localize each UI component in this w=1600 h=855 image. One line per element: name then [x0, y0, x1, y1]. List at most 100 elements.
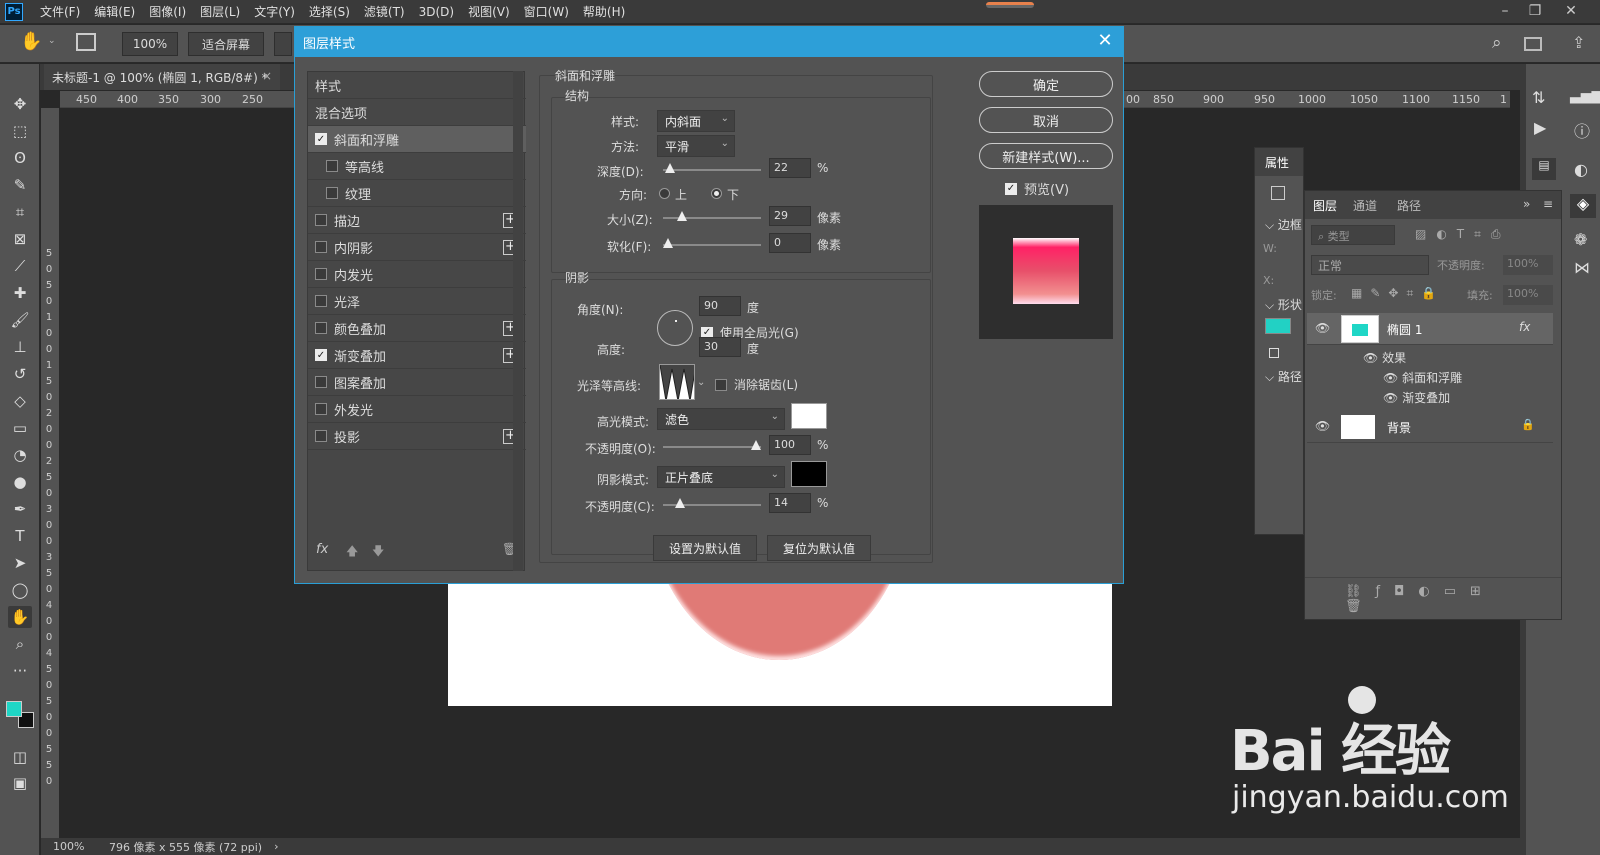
stamp-tool-icon[interactable]: ⊥ — [8, 336, 32, 358]
fit-screen-button[interactable]: 适合屏幕 — [188, 32, 264, 56]
properties-section-path[interactable]: ⌵ 路径 — [1265, 368, 1302, 385]
fx-menu-icon[interactable]: fx — [316, 542, 328, 557]
size-input[interactable]: 29 — [769, 206, 811, 226]
style-item-checkbox[interactable] — [315, 322, 327, 334]
reset-default-button[interactable]: 复位为默认值 — [767, 535, 871, 561]
style-item[interactable]: 等高线 — [308, 153, 526, 180]
lock-icons[interactable]: ▦✎✥⌗🔒 — [1351, 286, 1444, 301]
hand-tool-active-icon[interactable]: ✋ — [8, 606, 32, 628]
transform-icon[interactable] — [1271, 186, 1285, 200]
style-item[interactable]: 描边 + — [308, 207, 526, 234]
set-default-button[interactable]: 设置为默认值 — [653, 535, 757, 561]
style-item[interactable]: 外发光 — [308, 396, 526, 423]
style-item-checkbox[interactable] — [315, 268, 327, 280]
filter-icons[interactable]: ▨◐T⌗⎙ — [1415, 227, 1511, 242]
healing-brush-icon[interactable]: ✚ — [8, 282, 32, 304]
layer-filter-select[interactable]: ⌕ 类型 — [1311, 225, 1395, 245]
crop-tool-icon[interactable]: ⌗ — [8, 201, 32, 223]
layer-actions-bar[interactable]: ⛓ƒ◘◐▭⊞🗑 — [1305, 577, 1561, 614]
highlight-opacity-input[interactable]: 100 — [769, 435, 811, 455]
screen-mode-icon[interactable]: ▣ — [8, 772, 32, 794]
tab-channels[interactable]: 通道 — [1353, 197, 1377, 214]
gradient-tool-icon[interactable]: ▭ — [8, 417, 32, 439]
style-item-checkbox[interactable] — [326, 160, 338, 172]
opacity-input[interactable]: 100% — [1503, 255, 1553, 275]
highlight-mode-select[interactable]: 滤色 ⌄ — [657, 408, 785, 430]
style-item[interactable]: 投影 + — [308, 423, 526, 450]
depth-input[interactable]: 22 — [769, 158, 811, 178]
style-item-checkbox[interactable] — [315, 295, 327, 307]
style-item[interactable]: 颜色叠加 + — [308, 315, 526, 342]
adjustments-icon[interactable]: ◐ — [1574, 160, 1588, 179]
ellipse-shape[interactable] — [648, 580, 910, 660]
properties-section-shape[interactable]: ⌵ 形状 — [1265, 296, 1302, 313]
layers-icon[interactable]: ◈ — [1570, 194, 1596, 218]
angle-input[interactable]: 90 — [699, 296, 741, 316]
search-icon[interactable]: ⌕ — [1492, 33, 1502, 53]
eraser-tool-icon[interactable]: ◇ — [8, 390, 32, 412]
cancel-button[interactable]: 取消 — [979, 107, 1113, 133]
style-item[interactable]: 纹理 — [308, 180, 526, 207]
chevron-down-icon[interactable]: ⌄ — [48, 36, 56, 46]
foreground-color-swatch[interactable] — [6, 701, 22, 717]
ellipse-tool-icon[interactable]: ◯ — [8, 579, 32, 601]
menu-3d[interactable]: 3D(D) — [412, 5, 461, 19]
layer-row-ellipse[interactable]: 👁 椭圆 1 fx — [1307, 313, 1553, 345]
depth-slider[interactable] — [663, 163, 761, 173]
path-select-icon[interactable]: ➤ — [8, 552, 32, 574]
fx-icon[interactable]: fx — [1519, 320, 1530, 334]
highlight-color-swatch[interactable] — [791, 403, 827, 429]
panel-menu-icon[interactable]: ≡ — [1543, 197, 1553, 211]
bevel-method-select[interactable]: 平滑 ⌄ — [657, 135, 735, 157]
share-icon[interactable]: ⇪ — [1572, 33, 1585, 52]
history-brush-icon[interactable]: ↺ — [8, 363, 32, 385]
menu-type[interactable]: 文字(Y) — [247, 3, 302, 20]
style-item-checkbox[interactable] — [315, 430, 327, 442]
shadow-opacity-slider[interactable] — [663, 498, 761, 508]
highlight-opacity-slider[interactable] — [663, 440, 761, 450]
angle-dial[interactable] — [657, 310, 693, 346]
style-item-checkbox[interactable]: ✓ — [315, 349, 327, 361]
type-tool-icon[interactable]: T — [8, 525, 32, 547]
style-item[interactable]: ✓ 渐变叠加 + — [308, 342, 526, 369]
quick-select-icon[interactable]: ✎ — [8, 174, 32, 196]
style-item[interactable]: 图案叠加 — [308, 369, 526, 396]
paths-icon[interactable]: ⋈ — [1574, 258, 1590, 277]
fill-screen-button[interactable] — [274, 32, 292, 56]
preview-checkbox[interactable]: ✓ 预览(V) — [1005, 179, 1069, 198]
tab-layers[interactable]: 图层 — [1313, 197, 1337, 214]
checkbox-box[interactable]: ✓ — [1005, 182, 1017, 195]
size-slider[interactable] — [663, 211, 761, 221]
actions-play-icon[interactable]: ▶ — [1534, 118, 1546, 137]
antialias-checkbox[interactable]: 消除锯齿(L) — [715, 376, 798, 393]
pen-tool-icon[interactable]: ✒ — [8, 498, 32, 520]
ok-button[interactable]: 确定 — [979, 71, 1113, 97]
style-list-scrollbar[interactable] — [513, 71, 523, 571]
fill-input[interactable]: 100% — [1503, 285, 1553, 305]
blur-tool-icon[interactable]: ◔ — [8, 444, 32, 466]
direction-up-radio[interactable] — [659, 188, 670, 199]
move-up-icon[interactable]: 🡅 — [346, 542, 358, 563]
menu-view[interactable]: 视图(V) — [461, 3, 517, 20]
restore-icon[interactable]: ❐ — [1520, 0, 1550, 24]
stroke-options-icon[interactable] — [1269, 348, 1279, 358]
effect-bevel-row[interactable]: 👁 斜面和浮雕 — [1383, 369, 1462, 386]
menu-window[interactable]: 窗口(W) — [517, 3, 576, 20]
minimize-icon[interactable]: – — [1490, 0, 1520, 24]
brush-tool-icon[interactable]: 🖌 — [8, 309, 32, 331]
menu-filter[interactable]: 滤镜(T) — [357, 3, 412, 20]
style-item[interactable]: 光泽 — [308, 288, 526, 315]
chevron-right-icon[interactable]: › — [274, 840, 278, 853]
altitude-input[interactable]: 30 — [699, 337, 741, 357]
zoom-tool-icon[interactable]: ⌕ — [8, 633, 32, 655]
style-item[interactable]: 内发光 — [308, 261, 526, 288]
menu-image[interactable]: 图像(I) — [142, 3, 193, 20]
status-zoom[interactable]: 100% — [53, 840, 103, 853]
close-window-icon[interactable]: ✕ — [1556, 0, 1586, 24]
tab-paths[interactable]: 路径 — [1397, 197, 1421, 214]
soften-slider[interactable] — [663, 238, 761, 248]
layer-row-background[interactable]: 👁 背景 🔒 — [1307, 411, 1553, 443]
slider-thumb[interactable] — [677, 211, 688, 221]
workspace-icon[interactable] — [1524, 37, 1542, 51]
style-list-header[interactable]: 样式 — [308, 72, 526, 99]
